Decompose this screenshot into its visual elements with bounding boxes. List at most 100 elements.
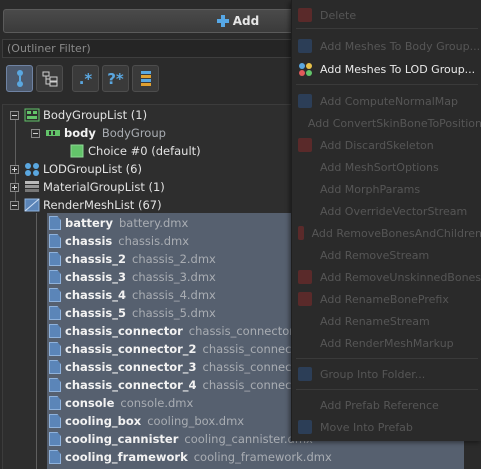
list-view-toggle[interactable] [132, 65, 159, 92]
menu-item-add-prefab-reference[interactable]: Add Prefab Reference [292, 394, 481, 416]
tree-row-mesh[interactable]: chassis chassis.dmx [49, 232, 189, 250]
menu-item-label: Add RenameBonePrefix [320, 292, 449, 306]
tree-sublabel: chassis_5.dmx [132, 306, 216, 320]
material-list-icon [25, 181, 39, 192]
menu-item-label: Add ConvertSkinBoneToPosition [307, 116, 481, 130]
menu-item-label: Add MorphParams [320, 182, 421, 196]
tree-row-mesh[interactable]: chassis_3 chassis_3.dmx [49, 268, 216, 286]
delete-icon [298, 8, 312, 22]
mesh-file-icon [49, 270, 61, 284]
modifier-icon [298, 204, 312, 218]
tree-row-mesh[interactable]: chassis_5 chassis_5.dmx [49, 304, 216, 322]
menu-item-add-morphparams[interactable]: Add MorphParams [292, 178, 481, 200]
tree-row-mesh[interactable]: chassis_2 chassis_2.dmx [49, 250, 216, 268]
collapse-icon[interactable] [10, 110, 19, 120]
menu-item-label: Add MeshSortOptions [320, 160, 439, 174]
tree-sublabel: battery.dmx [118, 216, 189, 230]
modifier-icon [298, 160, 312, 174]
menu-item-label: Add DiscardSkeleton [320, 138, 434, 152]
plus-icon [216, 15, 229, 27]
tree-row-mesh[interactable]: chassis_connector_4 chassis_connector_4.d [49, 376, 332, 394]
regex-filter-label: .* [78, 69, 93, 88]
tree-label: RenderMeshList (67) [43, 198, 162, 212]
tree-row-lodgrouplist[interactable]: LODGroupList (6) [10, 160, 142, 178]
tree-label: chassis_connector [65, 324, 183, 338]
bodygroup-icon [46, 130, 60, 136]
menu-item-add-removebones[interactable]: Add RemoveBonesAndChildren [292, 222, 481, 244]
menu-item-label: Group Into Folder... [320, 367, 426, 381]
bodygroup-icon [298, 39, 312, 53]
menu-item-label: Add RenderMeshMarkup [320, 336, 454, 350]
mesh-file-icon [49, 324, 61, 338]
menu-item-label: Add Meshes To Body Group... [320, 39, 481, 53]
tree-label: battery [65, 216, 113, 230]
tree-row-rendermeshlist[interactable]: RenderMeshList (67) [10, 196, 162, 214]
modifier-icon [298, 248, 312, 262]
mesh-file-icon [49, 360, 61, 374]
tree-label: MaterialGroupList (1) [43, 180, 165, 194]
menu-item-add-computenormalmap[interactable]: Add ComputeNormalMap [292, 90, 481, 112]
tree-row-body[interactable]: body BodyGroup [31, 124, 166, 142]
menu-item-label: Add RemoveUnskinnedBones [320, 270, 481, 284]
menu-item-group-into-folder[interactable]: Group Into Folder... [292, 363, 481, 385]
menu-item-add-convertskinbone[interactable]: Add ConvertSkinBoneToPosition [292, 112, 481, 134]
menu-item-add-discardskeleton[interactable]: Add DiscardSkeleton [292, 134, 481, 156]
mesh-file-icon [49, 288, 61, 302]
modifier-icon [298, 314, 312, 328]
tree-row-mesh[interactable]: battery battery.dmx [49, 214, 188, 232]
regex-filter-button[interactable]: .* [72, 65, 99, 92]
outliner-toolbar: .* ?* [6, 65, 159, 95]
tree-row-mesh[interactable]: cooling_box cooling_box.dmx [49, 412, 244, 430]
tree-row-mesh[interactable]: console console.dmx [49, 394, 193, 412]
mesh-file-icon [49, 432, 61, 446]
menu-item-add-meshsortoptions[interactable]: Add MeshSortOptions [292, 156, 481, 178]
mesh-file-icon [49, 396, 61, 410]
list-icon [140, 70, 151, 86]
expand-icon[interactable] [10, 164, 19, 174]
menu-item-label: Add RemoveBonesAndChildren [311, 226, 481, 240]
tree-label: chassis_3 [65, 270, 126, 284]
tree-row-mesh[interactable]: chassis_4 chassis_4.dmx [49, 286, 216, 304]
outliner-filter-placeholder: (Outliner Filter) [7, 42, 91, 55]
menu-item-add-renamebone[interactable]: Add RenameBonePrefix [292, 288, 481, 310]
tree-row-bodygrouplist[interactable]: BodyGroupList (1) [10, 106, 147, 124]
tree-label: chassis_4 [65, 288, 126, 302]
wildcard-filter-button[interactable]: ?* [102, 65, 129, 92]
prefab-icon [298, 398, 312, 412]
tree-view-toggle[interactable] [36, 65, 63, 92]
menu-item-add-removestream[interactable]: Add RemoveStream [292, 244, 481, 266]
tree-sublabel: cooling_box.dmx [147, 414, 245, 428]
tree-row-choice[interactable]: Choice #0 (default) [69, 142, 201, 160]
mesh-file-icon [49, 306, 61, 320]
mesh-file-icon [49, 234, 61, 248]
menu-item-delete[interactable]: Delete [292, 4, 481, 26]
tree-row-mesh[interactable]: cooling_framework cooling_framework.dmx [49, 448, 332, 466]
menu-item-add-meshes-lod-group[interactable]: Add Meshes To LOD Group... [292, 58, 481, 80]
tree-label: chassis_connector_3 [65, 360, 197, 374]
menu-item-add-removeunskinnedbones[interactable]: Add RemoveUnskinnedBones [292, 266, 481, 288]
menu-item-add-rendermeshmarkup[interactable]: Add RenderMeshMarkup [292, 332, 481, 354]
tree-row-mesh[interactable]: chassis_connector_2 chassis_connector_2.d [49, 340, 332, 358]
menu-item-add-meshes-body-group[interactable]: Add Meshes To Body Group... [292, 35, 481, 57]
tree-row-materialgrouplist[interactable]: MaterialGroupList (1) [10, 178, 165, 196]
menu-item-add-overridevectorstream[interactable]: Add OverrideVectorStream [292, 200, 481, 222]
tree-label: console [65, 396, 115, 410]
tree-icon [42, 71, 57, 86]
collapse-icon[interactable] [10, 200, 19, 210]
tree-row-mesh[interactable]: cooling_cannister cooling_cannister.dmx [49, 430, 313, 448]
menu-item-move-into-prefab[interactable]: Move Into Prefab [292, 416, 481, 438]
bodygroup-list-icon [24, 108, 40, 122]
expand-icon[interactable] [10, 182, 19, 192]
tree-row-mesh[interactable]: chassis_connector_3 chassis_connector_3.d [49, 358, 332, 376]
tree-label: cooling_box [65, 414, 142, 428]
tree-label: chassis_5 [65, 306, 126, 320]
tree-sublabel: cooling_framework.dmx [193, 450, 332, 464]
tree-label: chassis_2 [65, 252, 126, 266]
tree-sublabel: chassis_3.dmx [132, 270, 216, 284]
menu-item-add-renamestream[interactable]: Add RenameStream [292, 310, 481, 332]
modifier-icon [298, 116, 300, 130]
collapse-icon[interactable] [31, 128, 40, 138]
hierarchy-view-toggle[interactable] [6, 65, 33, 92]
tree-sublabel: chassis.dmx [118, 234, 190, 248]
tree-row-mesh[interactable]: chassis_connector chassis_connector.dmx [49, 322, 322, 340]
